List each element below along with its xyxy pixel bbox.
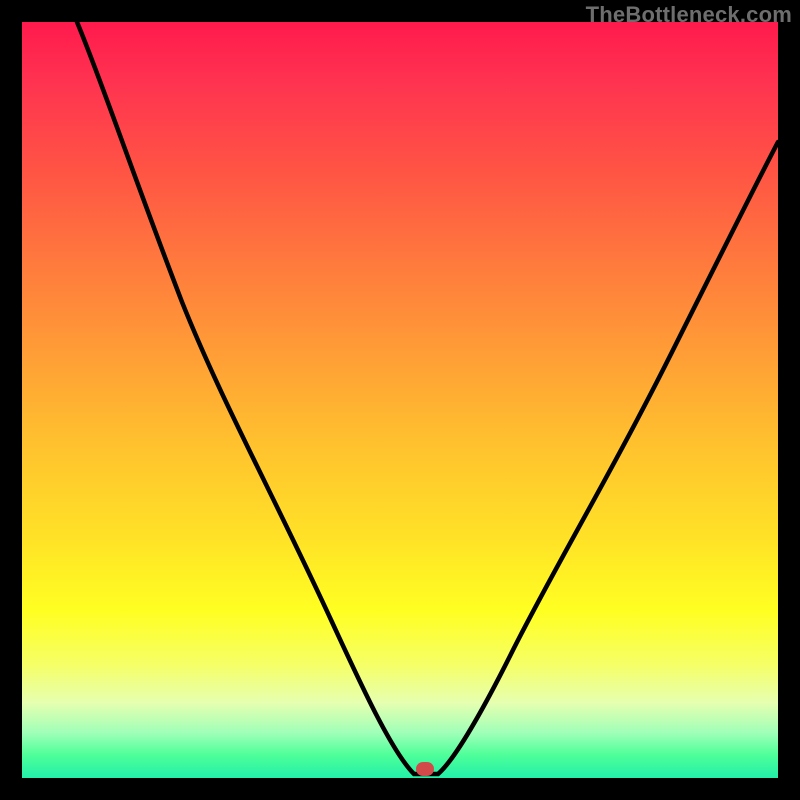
watermark-text: TheBottleneck.com bbox=[586, 2, 792, 28]
optimal-marker bbox=[416, 762, 434, 776]
plot-area bbox=[22, 22, 778, 778]
curve-path bbox=[77, 22, 778, 774]
chart-frame: TheBottleneck.com bbox=[0, 0, 800, 800]
bottleneck-curve bbox=[22, 22, 778, 778]
